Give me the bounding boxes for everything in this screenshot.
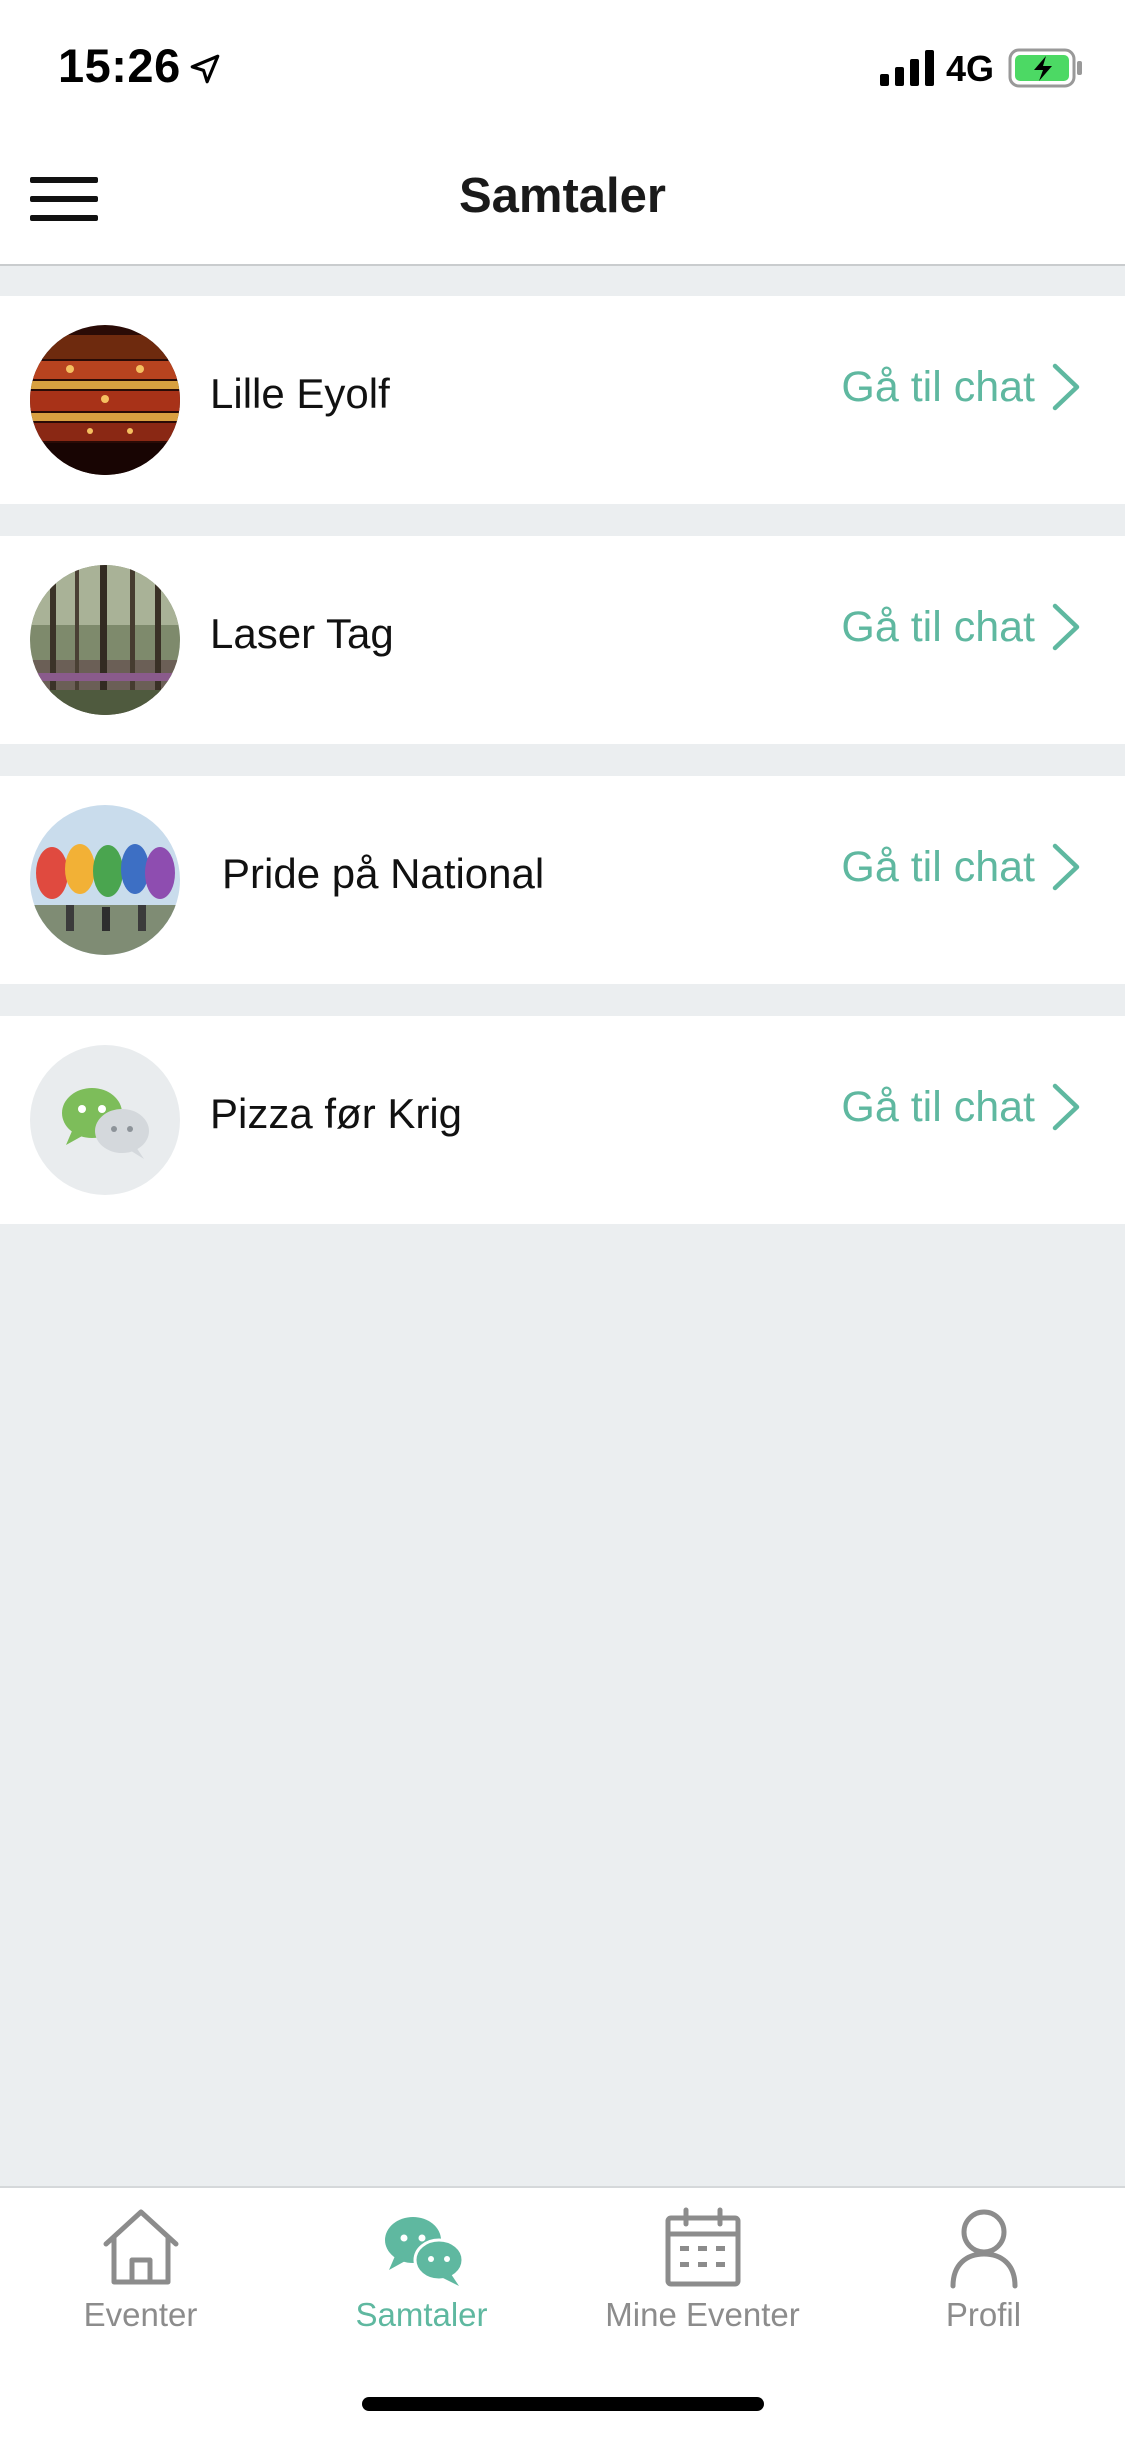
status-bar: 15:26 4G [0,0,1125,132]
chat-avatar [30,325,180,475]
chat-name: Pizza før Krig [210,1090,463,1137]
chevron-right-icon [1052,843,1080,891]
home-icon [103,2209,178,2285]
tab-mine-eventer[interactable]: Mine Eventer [562,2202,843,2352]
calendar-icon [665,2207,740,2287]
chat-row-lille-eyolf[interactable]: Lille Eyolf Gå til chat [0,296,1125,504]
chat-bubbles-icon [384,2217,464,2286]
go-to-chat-link[interactable]: Gå til chat [841,362,1081,412]
tab-label: Profil [945,2296,1022,2333]
nav-header: Samtaler [0,132,1125,266]
network-type: 4G [946,48,995,89]
chat-avatar [30,1045,180,1195]
tab-samtaler[interactable]: Samtaler [281,2202,562,2352]
signal-icon [880,50,934,86]
tab-label: Eventer [83,2296,198,2333]
status-time: 15:26 [58,39,181,92]
chat-name: Laser Tag [210,610,394,657]
chat-name: Lille Eyolf [210,370,390,417]
chat-bubbles-icon [30,1045,180,1195]
go-to-chat-label: Gå til chat [841,842,1035,891]
person-icon [950,2209,1017,2289]
theater-photo [30,325,180,475]
tab-eventer[interactable]: Eventer [0,2202,281,2352]
chat-row-laser-tag[interactable]: Laser Tag Gå til chat [0,536,1125,744]
chat-avatar [30,805,180,955]
chevron-right-icon [1052,1083,1080,1131]
location-arrow-icon [190,54,220,84]
go-to-chat-link[interactable]: Gå til chat [841,842,1081,892]
tab-label: Mine Eventer [605,2296,800,2333]
chevron-right-icon [1052,603,1080,651]
forest-photo [30,565,180,715]
go-to-chat-link[interactable]: Gå til chat [841,1082,1081,1132]
pride-balloons-photo [30,805,180,955]
go-to-chat-label: Gå til chat [841,602,1035,651]
chat-row-pizza-for-krig[interactable]: Pizza før Krig Gå til chat [0,1016,1125,1224]
tab-label: Samtaler [355,2296,488,2333]
chat-avatar [30,565,180,715]
go-to-chat-link[interactable]: Gå til chat [841,602,1081,652]
go-to-chat-label: Gå til chat [841,1082,1035,1131]
home-indicator [362,2397,764,2411]
chat-row-pride-pa-national[interactable]: Pride på National Gå til chat [0,776,1125,984]
tab-profil[interactable]: Profil [843,2202,1124,2352]
chat-name: Pride på National [222,850,545,897]
chevron-right-icon [1052,363,1080,411]
page-title: Samtaler [458,169,666,223]
chat-list: Lille Eyolf Gå til chat Laser Tag Gå til… [0,296,1125,1256]
battery-charging-icon [1008,48,1082,88]
go-to-chat-label: Gå til chat [841,362,1035,411]
